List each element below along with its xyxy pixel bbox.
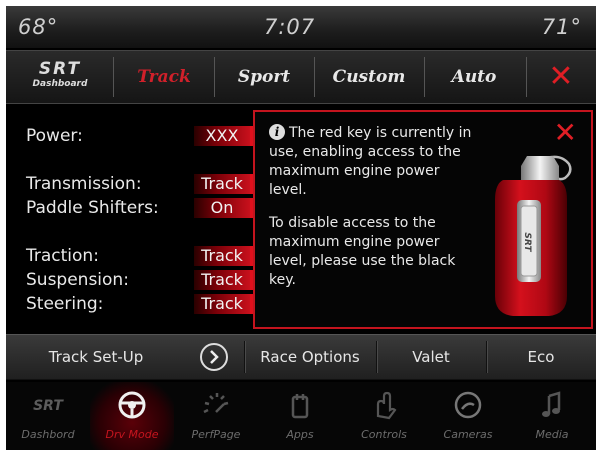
setting-value: On [194, 198, 254, 218]
track-setup-button[interactable]: Track Set-Up [6, 335, 186, 379]
tab-divider [526, 57, 527, 97]
nav-item-dashboard[interactable]: SRT Dashbord [6, 382, 90, 450]
chevron-right-icon [200, 343, 228, 371]
chevron-glyph [210, 350, 219, 364]
clock: 7:07 [264, 15, 316, 39]
status-bar: 68° 7:07 71° [6, 6, 596, 48]
close-mode-button[interactable]: ✕ [528, 51, 594, 103]
nav-item-media[interactable]: Media [510, 382, 594, 450]
mode-options-bar: Track Set-Up Race Options Valet Eco [6, 334, 596, 380]
nav-label: Controls [361, 428, 407, 441]
camera-icon [448, 388, 488, 422]
gauge-icon [196, 388, 236, 422]
popup-close-button[interactable]: ✕ [554, 118, 577, 148]
info-icon: i [269, 124, 285, 140]
drive-mode-tabs: SRT Dashboard Track Sport Custom Auto ✕ [6, 50, 596, 104]
nav-item-cameras[interactable]: Cameras [426, 382, 510, 450]
mode-settings-list: Power: XXX Transmission: Track Paddle Sh… [6, 106, 254, 331]
setting-label: Steering: [26, 294, 104, 314]
eco-button[interactable]: Eco [486, 335, 596, 379]
setting-label: Power: [26, 126, 83, 146]
setting-row-power: Power: XXX [26, 124, 254, 148]
outside-temperature-right: 71° [541, 15, 582, 39]
tab-track[interactable]: Track [114, 51, 214, 103]
popup-message-line2: To disable access to the maximum engine … [269, 215, 456, 288]
nav-label: Drv Mode [105, 428, 159, 441]
nav-label: Cameras [443, 428, 493, 441]
nav-item-drive-mode[interactable]: Drv Mode [90, 382, 174, 450]
setting-row-traction: Traction: Track [26, 244, 254, 268]
red-key-fob-icon: SRT [495, 155, 572, 316]
tab-auto[interactable]: Auto [424, 51, 524, 103]
setting-value: Track [194, 270, 254, 290]
setting-row-paddle-shifters: Paddle Shifters: On [26, 196, 254, 220]
uconnect-screen: 68° 7:07 71° SRT Dashboard Track Sport C… [6, 6, 596, 450]
tab-sport[interactable]: Sport [214, 51, 314, 103]
bottom-nav-bar: SRT Dashbord Drv Mode PerfPage Apps Cont… [6, 382, 596, 450]
setting-label: Suspension: [26, 270, 129, 290]
srt-logo: SRT Dashboard [32, 59, 88, 90]
steering-wheel-icon [112, 388, 152, 422]
race-options-button[interactable]: Race Options [244, 335, 376, 379]
tab-custom[interactable]: Custom [314, 51, 424, 103]
nav-label: Media [535, 428, 569, 441]
svg-text:SRT: SRT [33, 398, 64, 414]
apps-icon [280, 388, 320, 422]
red-key-popup: i The red key is currently in use, enabli… [253, 110, 593, 329]
srt-logo-icon: SRT [28, 388, 68, 422]
music-note-icon [532, 388, 572, 422]
nav-item-controls[interactable]: Controls [342, 382, 426, 450]
popup-message: i The red key is currently in use, enabli… [269, 124, 474, 304]
popup-message-line1: i The red key is currently in use, enabli… [269, 124, 472, 198]
setting-row-steering: Steering: Track [26, 292, 254, 316]
outside-temperature-left: 68° [18, 15, 59, 39]
track-setup-chevron-button[interactable] [186, 335, 244, 379]
setting-label: Traction: [26, 246, 99, 266]
setting-row-suspension: Suspension: Track [26, 268, 254, 292]
setting-label: Paddle Shifters: [26, 198, 159, 218]
setting-value: XXX [194, 126, 254, 146]
nav-item-performance-pages[interactable]: PerfPage [174, 382, 258, 450]
nav-label: Apps [286, 428, 314, 441]
setting-value: Track [194, 174, 254, 194]
setting-row-transmission: Transmission: Track [26, 172, 254, 196]
setting-label: Transmission: [26, 174, 142, 194]
setting-value: Track [194, 246, 254, 266]
valet-button[interactable]: Valet [376, 335, 486, 379]
nav-label: Dashbord [21, 428, 75, 441]
controls-icon [364, 388, 404, 422]
tab-srt-dashboard[interactable]: SRT Dashboard [6, 51, 112, 103]
nav-item-apps[interactable]: Apps [258, 382, 342, 450]
nav-label: PerfPage [191, 428, 241, 441]
key-brand-text: SRT [522, 232, 532, 252]
setting-value: Track [194, 294, 254, 314]
